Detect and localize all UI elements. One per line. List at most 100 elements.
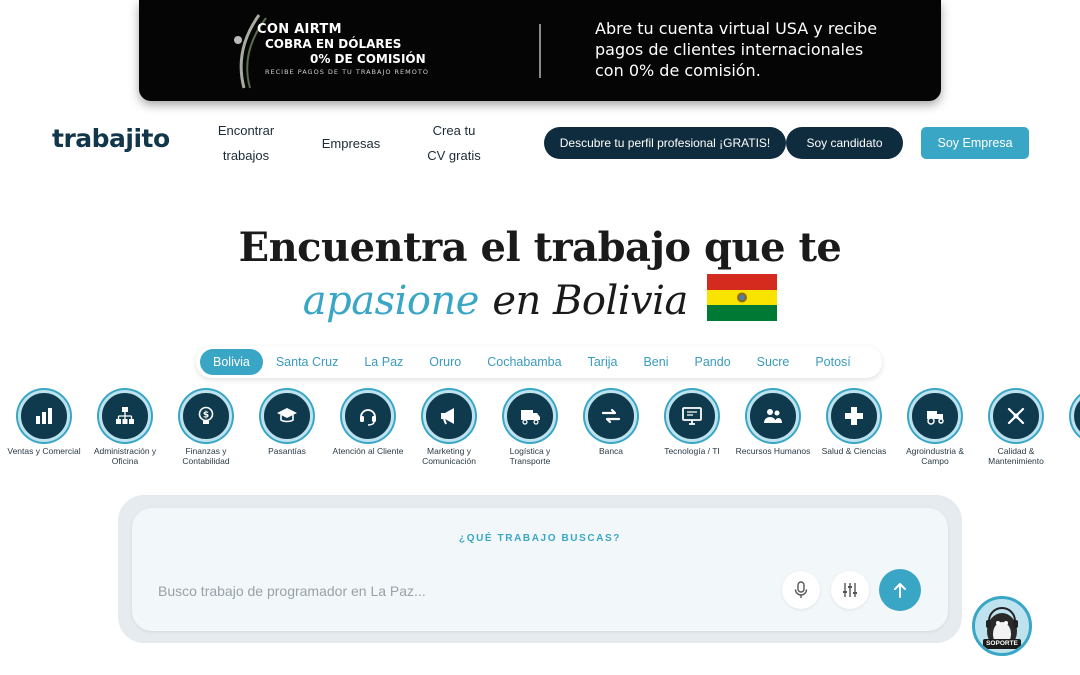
trabajito-logo[interactable]: trabajito: [52, 124, 170, 153]
city-chip[interactable]: Pando: [682, 349, 744, 375]
filters-button[interactable]: [831, 571, 869, 609]
category-circle: [261, 390, 313, 442]
org-chart-icon: [116, 407, 134, 424]
hero-heading: Encuentra el trabajo que te apasione en …: [0, 222, 1080, 327]
nav-link-line: Empresas: [321, 136, 381, 151]
category-label: Marketing y Comunicación: [422, 446, 476, 466]
category-item[interactable]: Agroindustria & Campo: [890, 390, 980, 466]
microphone-button[interactable]: [782, 571, 820, 609]
city-chip[interactable]: Sucre: [744, 349, 803, 375]
category-item[interactable]: Atención al Cliente: [323, 390, 413, 456]
category-item[interactable]: Marketing y Comunicación: [404, 390, 494, 466]
city-chip[interactable]: La Paz: [351, 349, 416, 375]
airtm-ad-banner[interactable]: CON AIRTM COBRA EN DÓLARES 0% DE COMISIÓ…: [139, 0, 941, 101]
city-chip[interactable]: Beni: [630, 349, 681, 375]
category-circle: [504, 390, 556, 442]
medical-cross-icon: [845, 407, 863, 425]
hero-line2: apasione en Bolivia: [0, 274, 1080, 327]
banner-line3: 0% DE COMISIÓN: [310, 52, 426, 66]
banner-right-text: Abre tu cuenta virtual USA y recibe pago…: [595, 19, 878, 80]
hero-line1: Encuentra el trabajo que te: [238, 224, 842, 271]
microphone-icon: [794, 581, 808, 598]
city-chip[interactable]: Santa Cruz: [263, 349, 352, 375]
category-label: Finanzas y Contabilidad: [182, 446, 230, 466]
category-label: Tecnología / TI: [664, 446, 720, 456]
category-item[interactable]: Recursos Humanos: [728, 390, 818, 456]
people-icon: [764, 409, 782, 423]
category-label: Agroindustria & Campo: [905, 446, 965, 466]
category-item-partial[interactable]: [1052, 390, 1080, 442]
category-item[interactable]: Banca: [566, 390, 656, 456]
category-item[interactable]: Calidad & Mantenimiento: [971, 390, 1061, 466]
transfer-arrows-icon: [601, 408, 621, 424]
category-item[interactable]: Administración y Oficina: [80, 390, 170, 466]
support-label: SOPORTE: [983, 639, 1021, 649]
arrow-up-icon: [894, 583, 906, 598]
category-label: Ventas y Comercial: [7, 446, 81, 456]
category-label: Banca: [598, 446, 624, 456]
graduation-cap-icon: [277, 408, 297, 423]
svg-text:$: $: [203, 411, 209, 421]
banner-line1: CON AIRTM: [257, 22, 342, 37]
nav-empresas[interactable]: Empresas: [312, 131, 390, 156]
category-circle: [423, 390, 475, 442]
search-title: ¿QUÉ TRABAJO BUSCAS?: [458, 533, 621, 544]
perfil-profesional-button[interactable]: Descubre tu perfil profesional ¡GRATIS!: [544, 127, 786, 159]
category-label: Calidad & Mantenimiento: [988, 446, 1044, 466]
search-input[interactable]: [158, 578, 758, 604]
category-item[interactable]: Tecnología / TI: [647, 390, 737, 456]
category-circle: [747, 390, 799, 442]
banner-left-text: CON AIRTM COBRA EN DÓLARES 0% DE COMISIÓ…: [257, 22, 447, 77]
category-item[interactable]: $ Finanzas y Contabilidad: [161, 390, 251, 466]
lightbulb-dollar-icon: $: [198, 406, 214, 424]
category-circle: [666, 390, 718, 442]
city-filter-bar: Bolivia Santa Cruz La Paz Oruro Cochabamba Ta…: [196, 346, 882, 378]
headset-icon: [360, 409, 376, 426]
banner-divider: [539, 24, 541, 78]
nav-link-line: Crea tu: [432, 123, 476, 138]
bolivia-flag-icon: [707, 274, 778, 321]
support-button[interactable]: SOPORTE: [972, 596, 1032, 656]
sliders-icon: [843, 583, 857, 597]
nav-crea-cv[interactable]: Crea tu CV gratis: [416, 118, 492, 168]
category-label: Administración y Oficina: [93, 446, 157, 466]
category-circle: [909, 390, 961, 442]
category-item[interactable]: Salud & Ciencias: [809, 390, 899, 456]
soy-empresa-button[interactable]: Soy Empresa: [921, 127, 1029, 159]
search-panel: [132, 508, 948, 631]
category-circle: [18, 390, 70, 442]
category-item[interactable]: Ventas y Comercial: [0, 390, 89, 456]
page: CON AIRTM COBRA EN DÓLARES 0% DE COMISIÓ…: [0, 0, 1080, 675]
city-chip[interactable]: Cochabamba: [474, 349, 574, 375]
hero-accent-word: apasione: [302, 278, 480, 324]
monitor-icon: [682, 407, 702, 425]
category-label: Logística y Transporte: [509, 446, 551, 466]
bar-chart-icon: [36, 408, 52, 424]
category-circle: [1071, 390, 1080, 442]
category-item[interactable]: Pasantías: [242, 390, 332, 456]
banner-line2: COBRA EN DÓLARES: [265, 37, 402, 51]
hero-rest: en Bolivia: [492, 278, 688, 324]
soy-candidato-button[interactable]: Soy candidato: [786, 127, 903, 159]
nav-link-line: Encontrar: [217, 123, 275, 138]
category-circle: [585, 390, 637, 442]
category-item[interactable]: Logística y Transporte: [485, 390, 575, 466]
category-label: Pasantías: [268, 446, 306, 456]
nav-link-line: trabajos: [222, 148, 270, 163]
megaphone-icon: [441, 408, 454, 425]
category-circle: $: [180, 390, 232, 442]
tractor-icon: [927, 411, 944, 425]
category-circle: [990, 390, 1042, 442]
nav-encontrar-trabajos[interactable]: Encontrar trabajos: [206, 118, 286, 168]
city-chip[interactable]: Tarija: [575, 349, 631, 375]
city-chip[interactable]: Bolivia: [200, 349, 263, 375]
city-chip[interactable]: Oruro: [416, 349, 474, 375]
category-label: Recursos Humanos: [735, 446, 811, 456]
city-chip[interactable]: Potosí: [802, 349, 863, 375]
truck-icon: [521, 410, 540, 425]
category-circle: [342, 390, 394, 442]
category-circle: [828, 390, 880, 442]
search-submit-button[interactable]: [879, 569, 921, 611]
category-circle: [99, 390, 151, 442]
category-label: Salud & Ciencias: [821, 446, 887, 456]
